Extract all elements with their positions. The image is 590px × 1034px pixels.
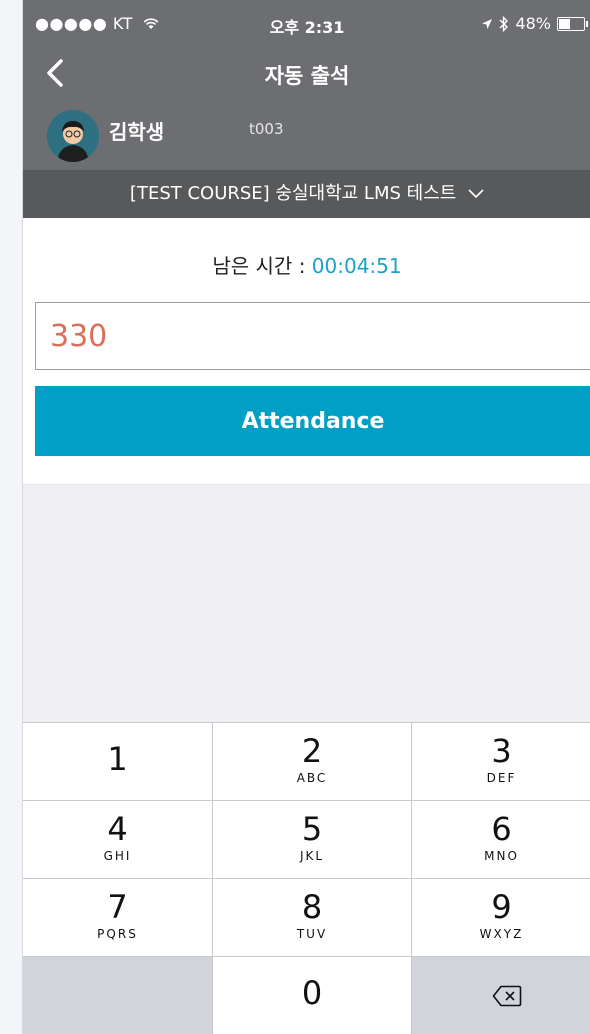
avatar	[47, 110, 99, 162]
header: ●●●●● KT 오후 2:31 48% 자동 출석 김학생 t003	[23, 0, 590, 170]
key-digit: 7	[107, 888, 128, 926]
user-name: 김학생	[109, 120, 165, 144]
key-blank	[23, 956, 213, 1034]
battery-fill	[559, 18, 570, 29]
key-letters: WXYZ	[479, 927, 524, 941]
key-7[interactable]: 7 PQRS	[23, 878, 213, 956]
navbar: 자동 출석	[23, 48, 590, 98]
attendance-panel: 남은 시간 : 00:04:51 Attendance	[23, 218, 590, 484]
remaining-time: 남은 시간 : 00:04:51	[23, 250, 590, 279]
battery-icon	[557, 16, 588, 31]
key-letters: GHI	[103, 849, 132, 863]
attendance-button[interactable]: Attendance	[35, 386, 590, 456]
key-0[interactable]: 0	[213, 956, 412, 1034]
key-digit: 1	[107, 740, 128, 778]
key-digit: 5	[301, 810, 323, 848]
key-digit: 2	[301, 732, 323, 770]
key-digit: 8	[301, 888, 323, 926]
key-6[interactable]: 6 MNO	[412, 800, 590, 878]
chevron-down-icon	[468, 189, 484, 199]
student-avatar-icon	[47, 110, 99, 162]
key-digit: 0	[301, 974, 323, 1012]
backspace-icon	[492, 985, 522, 1007]
key-3[interactable]: 3 DEF	[412, 722, 590, 800]
page-title: 자동 출석	[264, 64, 350, 88]
numeric-keypad: 1 2 ABC 3 DEF 4 GHI 5 JKL 6 MNO 7 PQRS 8 TUV 9W…	[23, 722, 590, 1034]
key-digit: 6	[491, 810, 512, 848]
key-letters: ABC	[296, 771, 328, 785]
profile-bar: 김학생 t003	[23, 98, 590, 170]
key-1[interactable]: 1	[23, 722, 213, 800]
status-bar: ●●●●● KT 오후 2:31 48%	[23, 0, 590, 48]
key-letters: PQRS	[97, 927, 138, 941]
status-right: 48%	[481, 14, 588, 33]
key-letters: DEF	[486, 771, 517, 785]
key-letters: MNO	[484, 849, 519, 863]
key-digit: 4	[107, 810, 128, 848]
key-letters: JKL	[299, 849, 325, 863]
bluetooth-icon	[499, 15, 509, 32]
key-digit: 9	[491, 888, 512, 926]
key-letters: TUV	[296, 927, 328, 941]
backspace-key[interactable]	[412, 956, 590, 1034]
remaining-time-value: 00:04:51	[311, 254, 402, 278]
key-5[interactable]: 5 JKL	[213, 800, 412, 878]
attendance-code-input[interactable]	[35, 302, 590, 370]
key-9[interactable]: 9 WXYZ	[412, 878, 590, 956]
battery-percent: 48%	[515, 14, 551, 33]
phone-screen: ●●●●● KT 오후 2:31 48% 자동 출석 김학생 t003 [TES…	[22, 0, 590, 1034]
key-2[interactable]: 2 ABC	[213, 722, 412, 800]
key-digit: 3	[491, 732, 512, 770]
remaining-time-label: 남은 시간 :	[212, 254, 312, 278]
key-4[interactable]: 4 GHI	[23, 800, 213, 878]
user-id: t003	[249, 120, 284, 138]
empty-area	[23, 484, 590, 723]
course-selector[interactable]: [TEST COURSE] 숭실대학교 LMS 테스트	[23, 170, 590, 218]
location-arrow-icon	[482, 18, 493, 29]
key-8[interactable]: 8 TUV	[213, 878, 412, 956]
course-label: [TEST COURSE] 숭실대학교 LMS 테스트	[129, 183, 457, 204]
